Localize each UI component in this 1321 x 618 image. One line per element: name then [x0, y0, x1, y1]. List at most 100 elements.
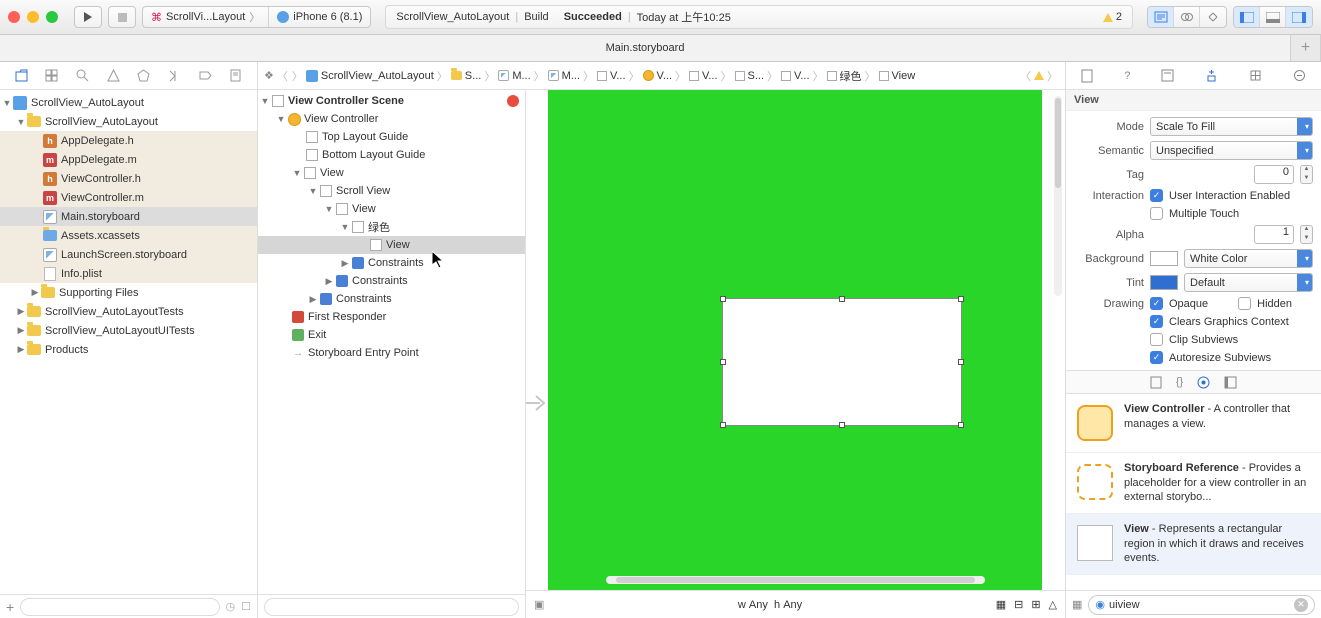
library-bottom-bar: ▦ ◉ ✕	[1066, 590, 1321, 618]
lib-view-controller[interactable]: View Controller - A controller that mana…	[1066, 394, 1321, 453]
find-navigator-icon[interactable]	[76, 69, 89, 82]
resize-handle[interactable]	[958, 296, 964, 302]
alpha-input[interactable]: 1	[1254, 225, 1294, 244]
tab-add-button[interactable]: +	[1291, 35, 1321, 61]
size-class-control[interactable]: w Any h Any	[552, 599, 987, 611]
tint-swatch[interactable]	[1150, 275, 1178, 290]
size-class-bar: ▣ w Any h Any ▦ ⊟ ⊞ △	[526, 590, 1065, 618]
stack-icon[interactable]: ▦	[996, 598, 1006, 611]
jump-bar[interactable]: ❖ 〈 〉 ScrollView_AutoLayout〉 S...〉 M...〉…	[258, 62, 1065, 90]
multiple-touch-checkbox[interactable]	[1150, 207, 1163, 220]
scene-issue-icon[interactable]	[507, 95, 519, 107]
scheme-selector[interactable]: ⌘ScrollVi...Layout〉 iPhone 6 (8.1)	[142, 6, 371, 28]
clears-checkbox[interactable]: ✓	[1150, 315, 1163, 328]
project-navigator-icon[interactable]	[15, 69, 28, 82]
scm-filter-icon[interactable]: ☐	[241, 600, 251, 613]
close-window-icon[interactable]	[8, 11, 20, 23]
outline-toggle-icon[interactable]: ▣	[534, 598, 544, 611]
selected-white-view[interactable]	[722, 298, 962, 426]
warning-icon	[1103, 13, 1113, 22]
outline-filter-input[interactable]	[264, 598, 519, 616]
jump-warning-icon[interactable]	[1034, 71, 1044, 80]
size-inspector-icon[interactable]	[1249, 69, 1262, 82]
clear-search-button[interactable]: ✕	[1294, 598, 1308, 612]
project-tree[interactable]: ▼ScrollView_AutoLayout ▼ScrollView_AutoL…	[0, 90, 257, 594]
object-library-icon[interactable]	[1197, 376, 1210, 389]
test-navigator-icon[interactable]	[137, 69, 150, 82]
clip-checkbox[interactable]	[1150, 333, 1163, 346]
run-button[interactable]	[74, 6, 102, 28]
nav-main-storyboard[interactable]: Main.storyboard	[0, 207, 257, 226]
canvas[interactable]: ▣ w Any h Any ▦ ⊟ ⊞ △	[526, 90, 1065, 618]
lib-view[interactable]: View - Represents a rectangular region i…	[1066, 514, 1321, 575]
navigator-panel: ▼ScrollView_AutoLayout ▼ScrollView_AutoL…	[0, 62, 258, 618]
opaque-checkbox[interactable]: ✓	[1150, 297, 1163, 310]
editor-mode-segmented[interactable]	[1147, 6, 1227, 28]
library-selector[interactable]: {}	[1066, 370, 1321, 394]
stop-button[interactable]	[108, 6, 136, 28]
tint-select[interactable]: Default▾	[1184, 273, 1313, 292]
semantic-select[interactable]: Unspecified▾	[1150, 141, 1313, 160]
resize-handle[interactable]	[720, 296, 726, 302]
bg-select[interactable]: White Color▾	[1184, 249, 1313, 268]
resize-handle[interactable]	[958, 359, 964, 365]
symbol-navigator-icon[interactable]	[45, 69, 58, 82]
back-button[interactable]: 〈	[276, 68, 289, 84]
connections-inspector-icon[interactable]	[1293, 69, 1306, 82]
minimize-window-icon[interactable]	[27, 11, 39, 23]
add-file-button[interactable]: +	[6, 599, 14, 615]
panel-toggle-segmented[interactable]	[1233, 6, 1313, 28]
alpha-stepper[interactable]: ▲▼	[1300, 225, 1313, 244]
resize-handle[interactable]	[720, 359, 726, 365]
attributes-inspector-icon[interactable]	[1205, 69, 1218, 82]
document-outline: ▼View Controller Scene ▼View Controller …	[258, 90, 526, 618]
pin-icon[interactable]: ⊞	[1031, 598, 1040, 611]
activity-status: ScrollView_AutoLayout| Build Succeeded| …	[385, 5, 1133, 29]
tag-stepper[interactable]: ▲▼	[1300, 165, 1313, 184]
left-panel-icon	[1234, 7, 1260, 27]
resize-handle[interactable]	[839, 422, 845, 428]
navigator-selector[interactable]	[0, 62, 257, 90]
zoom-window-icon[interactable]	[46, 11, 58, 23]
hidden-checkbox[interactable]	[1238, 297, 1251, 310]
code-snippet-icon[interactable]: {}	[1176, 376, 1183, 388]
resize-handle[interactable]	[720, 422, 726, 428]
debug-navigator-icon[interactable]	[168, 69, 181, 82]
canvas-hscroll[interactable]	[606, 576, 985, 584]
resize-handle[interactable]	[958, 422, 964, 428]
library-search-input[interactable]	[1109, 599, 1290, 611]
canvas-vscroll[interactable]	[1054, 96, 1062, 296]
right-panel-icon	[1286, 7, 1312, 27]
align-icon[interactable]: ⊟	[1014, 598, 1023, 611]
resize-handle[interactable]	[839, 296, 845, 302]
tab-main-storyboard[interactable]: Main.storyboard	[0, 35, 1291, 61]
user-interaction-checkbox[interactable]: ✓	[1150, 189, 1163, 202]
report-navigator-icon[interactable]	[229, 69, 242, 82]
recent-filter-icon[interactable]: ◷	[226, 600, 236, 613]
navigator-filter-input[interactable]	[20, 598, 219, 616]
library-view-mode-icon[interactable]: ▦	[1072, 598, 1082, 611]
autoresize-checkbox[interactable]: ✓	[1150, 351, 1163, 364]
file-template-icon[interactable]	[1150, 376, 1162, 389]
forward-button[interactable]: 〉	[291, 68, 304, 84]
warnings-badge[interactable]: 2	[1103, 11, 1122, 23]
assistant-editor-icon	[1174, 7, 1200, 27]
identity-inspector-icon[interactable]	[1161, 69, 1174, 82]
media-library-icon[interactable]	[1224, 376, 1237, 389]
editor-area: ❖ 〈 〉 ScrollView_AutoLayout〉 S...〉 M...〉…	[258, 62, 1066, 618]
lib-storyboard-reference[interactable]: Storyboard Reference - Provides a placeh…	[1066, 453, 1321, 514]
resolve-icon[interactable]: △	[1049, 598, 1057, 611]
green-view[interactable]	[548, 90, 1042, 590]
related-items-icon[interactable]: ❖	[264, 69, 274, 82]
help-inspector-icon[interactable]: ?	[1124, 70, 1130, 82]
mode-select[interactable]: Scale To Fill▾	[1150, 117, 1313, 136]
outline-selected-view[interactable]: View	[258, 236, 525, 254]
object-library[interactable]: View Controller - A controller that mana…	[1066, 394, 1321, 590]
inspector-selector[interactable]: ?	[1066, 62, 1321, 90]
tag-input[interactable]: 0	[1254, 165, 1294, 184]
issue-navigator-icon[interactable]	[107, 69, 120, 82]
bg-swatch[interactable]	[1150, 251, 1178, 266]
breakpoint-navigator-icon[interactable]	[199, 69, 212, 82]
file-inspector-icon[interactable]	[1081, 69, 1093, 83]
main-toolbar: ⌘ScrollVi...Layout〉 iPhone 6 (8.1) Scrol…	[0, 0, 1321, 35]
